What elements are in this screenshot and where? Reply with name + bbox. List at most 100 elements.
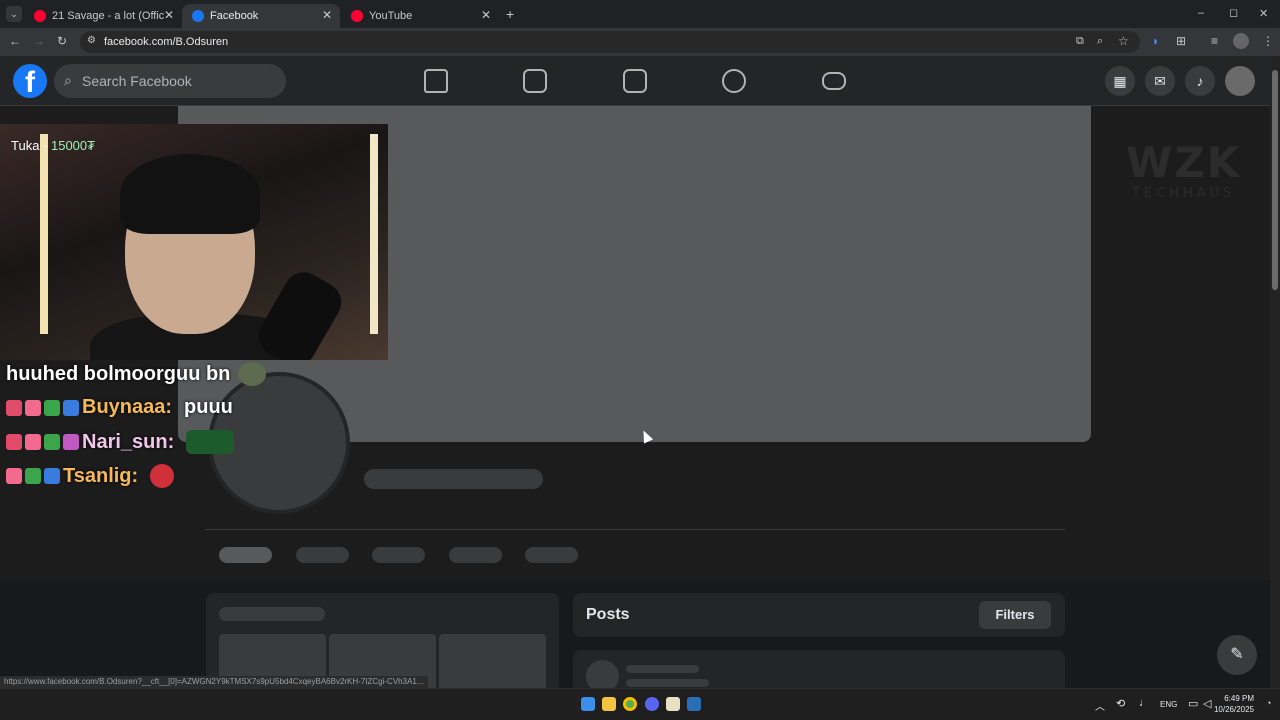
badge-icon bbox=[63, 434, 79, 450]
zoom-icon[interactable]: ⌕ bbox=[1097, 35, 1103, 48]
sync-icon[interactable]: ⟲ bbox=[1116, 697, 1125, 710]
video-icon[interactable] bbox=[523, 69, 547, 93]
network-icon[interactable]: ▭ bbox=[1188, 697, 1198, 710]
profile-name-skeleton bbox=[364, 469, 543, 489]
language-indicator[interactable]: ENG bbox=[1160, 700, 1177, 709]
streamer-hair bbox=[120, 154, 260, 234]
profile-tab-skeleton bbox=[372, 547, 425, 563]
tab-title: YouTube bbox=[369, 10, 413, 22]
profile-tab-skeleton bbox=[219, 547, 272, 563]
facebook-icon bbox=[192, 10, 204, 22]
steam-icon[interactable] bbox=[687, 697, 701, 711]
chat-message: Buynaaa: puuu bbox=[6, 396, 233, 419]
groups-icon[interactable] bbox=[722, 69, 746, 93]
chat-text: puuu bbox=[184, 396, 233, 418]
facebook-logo[interactable]: f bbox=[13, 64, 47, 99]
streaming-app-icon[interactable] bbox=[666, 697, 680, 711]
messenger-icon[interactable]: ✉ bbox=[1145, 66, 1175, 96]
gaming-icon[interactable] bbox=[822, 72, 846, 90]
profile-avatar[interactable] bbox=[1233, 33, 1249, 49]
watermark-subtitle: TECHHAUS bbox=[1132, 186, 1236, 201]
posts-title: Posts bbox=[586, 606, 630, 623]
browser-toolbar: ← → ↻ ⚙ facebook.com/B.Odsuren ⧉ ⌕ ☆ ◗ ⊞… bbox=[0, 28, 1280, 56]
chat-user: Tsanlig: bbox=[63, 464, 139, 487]
chrome-icon[interactable] bbox=[623, 697, 637, 711]
maximize-button[interactable]: ◻ bbox=[1229, 6, 1238, 19]
search-box[interactable]: ⌕ bbox=[54, 64, 286, 98]
tab-facebook[interactable]: Facebook ✕ bbox=[182, 4, 340, 28]
light-strip bbox=[40, 134, 48, 334]
badge-icon bbox=[6, 468, 22, 484]
posts-header: Posts Filters bbox=[573, 593, 1065, 637]
new-tab-button[interactable]: + bbox=[506, 6, 514, 22]
watermark-logo: WZK bbox=[1126, 138, 1242, 187]
webcam-overlay bbox=[0, 124, 388, 360]
tab-youtube-video[interactable]: 21 Savage - a lot (Official Video ✕ bbox=[24, 4, 182, 28]
light-strip bbox=[370, 134, 378, 334]
microphone-icon[interactable]: ♩ bbox=[1139, 697, 1150, 709]
youtube-icon bbox=[34, 10, 46, 22]
scrollbar-thumb[interactable] bbox=[1272, 70, 1278, 290]
url-text: facebook.com/B.Odsuren bbox=[104, 36, 229, 48]
windows-taskbar: ︿ ⟲ ♩ ENG ▭ ◁ 6:49 PM 10/26/2025 ◔ bbox=[0, 688, 1280, 720]
photo-skeleton bbox=[439, 634, 546, 694]
scrollbar[interactable] bbox=[1270, 56, 1280, 688]
profile-tab-skeleton bbox=[449, 547, 502, 563]
close-tab-icon[interactable]: ✕ bbox=[322, 8, 332, 22]
facebook-header: f ⌕ ▦ ✉ ♪ bbox=[0, 56, 1270, 106]
chat-message: Tsanlig: bbox=[6, 464, 175, 488]
emote-icon bbox=[238, 362, 267, 386]
back-icon[interactable]: ← bbox=[9, 34, 21, 48]
tab-search-button[interactable]: ⌄ bbox=[6, 6, 22, 22]
chat-message: Nari_sun: bbox=[6, 430, 235, 454]
chat-text: huuhed bolmoorguu bn bbox=[6, 362, 231, 385]
media-control-icon[interactable]: ≡ bbox=[1211, 34, 1218, 48]
badge-icon bbox=[6, 399, 22, 416]
account-avatar[interactable] bbox=[1225, 66, 1255, 96]
badge-icon bbox=[25, 399, 41, 416]
install-icon[interactable]: ⧉ bbox=[1076, 35, 1084, 48]
system-clock[interactable]: 6:49 PM 10/26/2025 bbox=[1214, 693, 1254, 715]
file-explorer-icon[interactable] bbox=[602, 697, 616, 711]
volume-icon[interactable]: ◁ bbox=[1203, 697, 1211, 710]
badge-icon bbox=[44, 468, 60, 484]
notifications-icon[interactable]: ♪ bbox=[1185, 66, 1215, 96]
compose-icon[interactable]: ✎ bbox=[1217, 635, 1257, 675]
clock-time: 6:49 PM bbox=[1224, 694, 1254, 703]
menu-grid-icon[interactable]: ▦ bbox=[1105, 66, 1135, 96]
chat-user: Nari_sun: bbox=[82, 430, 175, 453]
close-tab-icon[interactable]: ✕ bbox=[164, 8, 174, 22]
search-input[interactable] bbox=[82, 64, 278, 98]
extensions-puzzle-icon[interactable]: ⊞ bbox=[1176, 34, 1186, 48]
tab-title: Facebook bbox=[210, 10, 259, 22]
emote-icon bbox=[150, 464, 175, 488]
minimize-button[interactable]: – bbox=[1198, 7, 1204, 19]
windows-start-icon[interactable] bbox=[581, 697, 595, 711]
donation-amount: 15000₮ bbox=[50, 138, 96, 153]
text-skeleton bbox=[626, 665, 699, 673]
filters-button[interactable]: Filters bbox=[979, 601, 1051, 629]
discord-icon[interactable] bbox=[645, 697, 659, 711]
clock-date: 10/26/2025 bbox=[1213, 705, 1254, 714]
badge-icon bbox=[44, 399, 60, 416]
site-info-icon[interactable]: ⚙ bbox=[87, 35, 96, 46]
notification-bell-icon[interactable]: ◔ bbox=[1266, 698, 1271, 708]
donor-name: Tuka - bbox=[11, 138, 51, 153]
bookmark-star-icon[interactable]: ☆ bbox=[1118, 34, 1129, 48]
close-window-button[interactable]: ✕ bbox=[1259, 7, 1268, 20]
badge-icon bbox=[25, 468, 41, 484]
forward-icon[interactable]: → bbox=[33, 34, 45, 48]
tab-youtube[interactable]: YouTube ✕ bbox=[341, 4, 499, 28]
profile-tab-skeleton bbox=[296, 547, 349, 563]
extension-icon[interactable]: ◗ bbox=[1152, 34, 1159, 48]
reload-icon[interactable]: ↻ bbox=[57, 34, 67, 48]
marketplace-icon[interactable] bbox=[623, 69, 647, 93]
card-title-skeleton bbox=[219, 607, 325, 621]
chrome-menu-icon[interactable]: ⋮ bbox=[1262, 34, 1274, 48]
address-bar[interactable]: ⚙ facebook.com/B.Odsuren ⧉ ⌕ ☆ bbox=[80, 31, 1140, 53]
chat-message: huuhed bolmoorguu bn bbox=[6, 362, 267, 386]
profile-divider bbox=[205, 529, 1065, 530]
home-icon[interactable] bbox=[424, 69, 448, 93]
show-hidden-icons[interactable]: ︿ bbox=[1095, 698, 1105, 713]
close-tab-icon[interactable]: ✕ bbox=[481, 8, 491, 22]
